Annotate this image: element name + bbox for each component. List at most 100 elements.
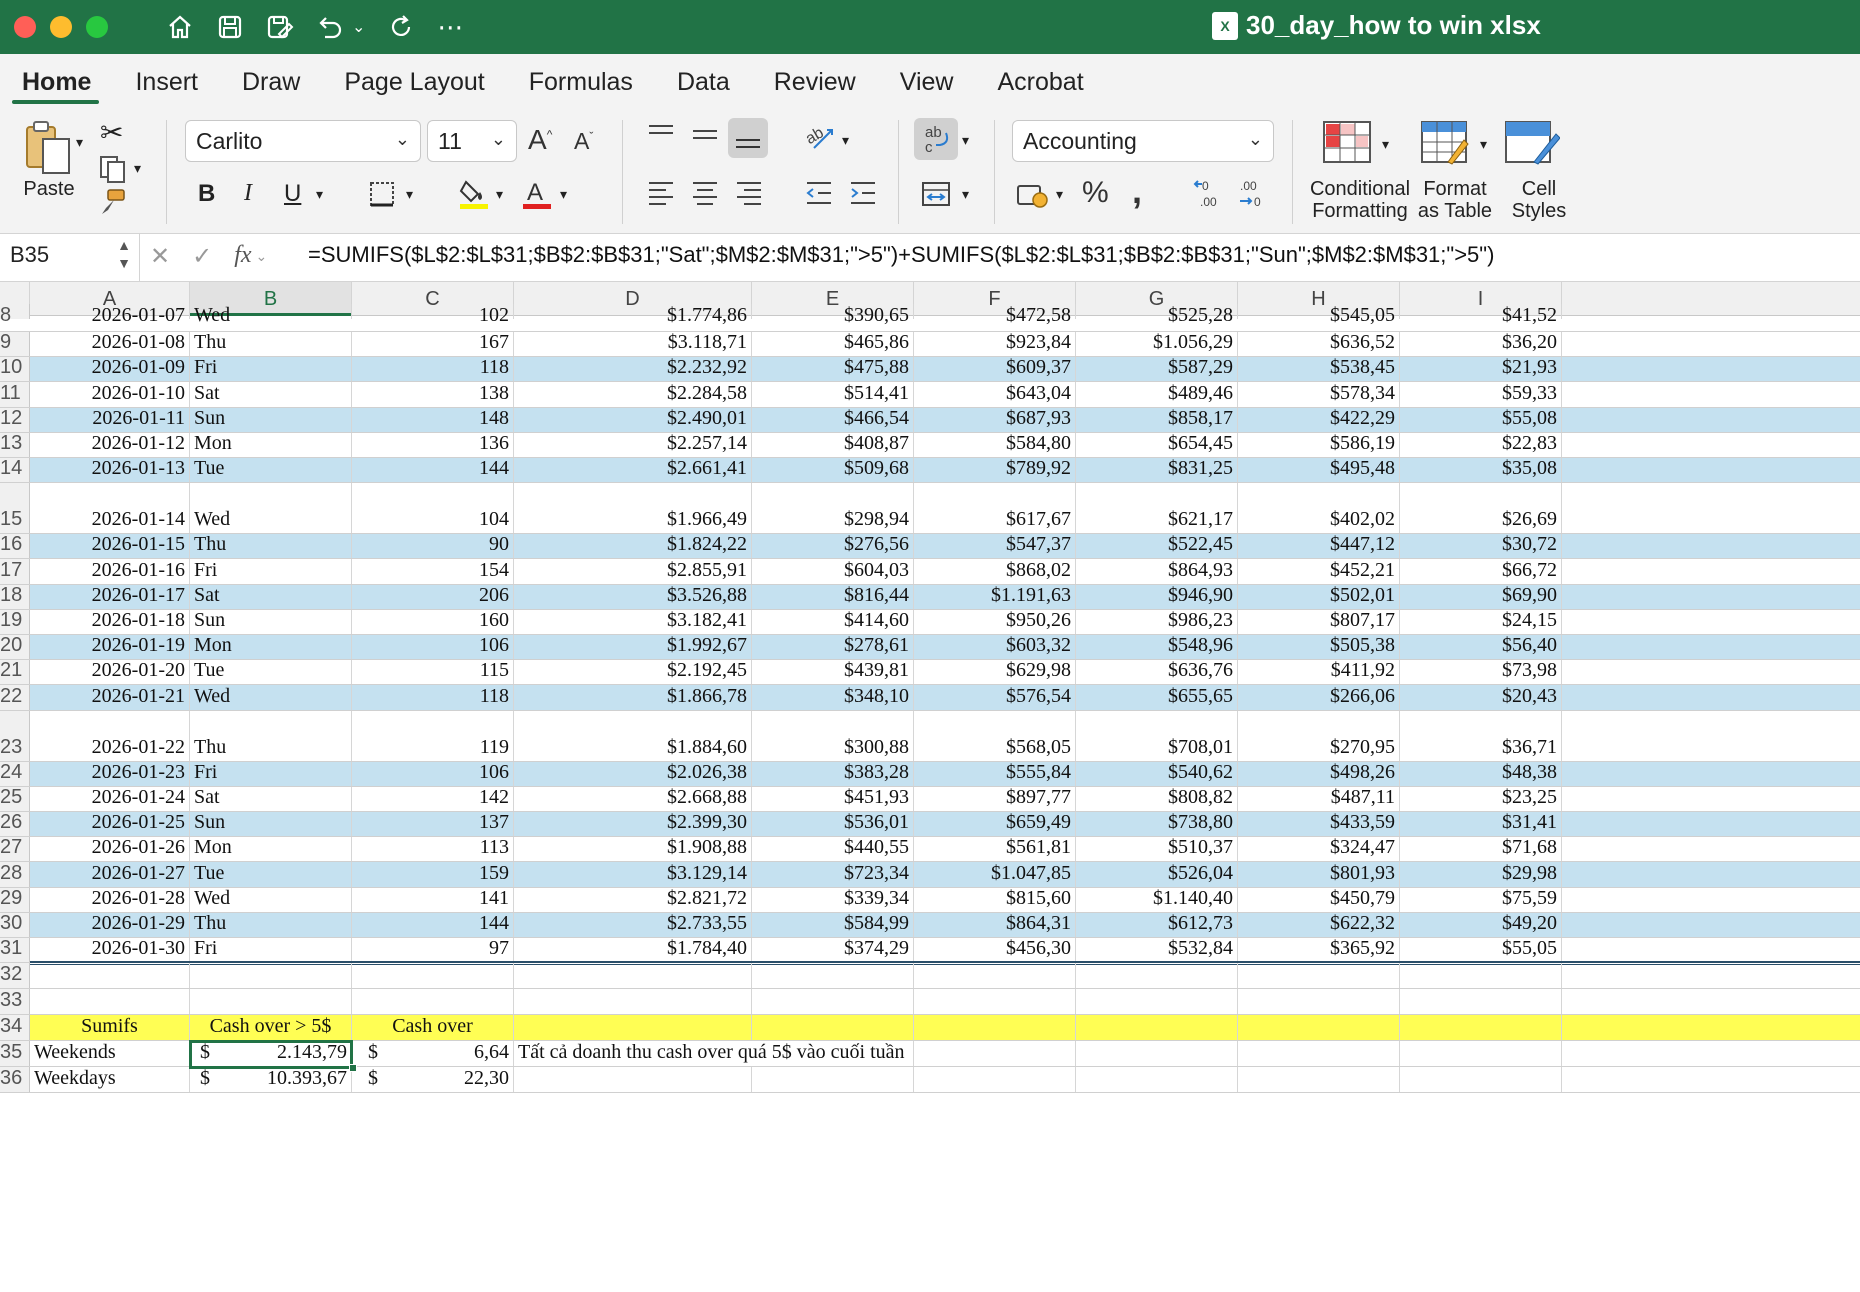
cell-d[interactable]: $1.992,67 xyxy=(514,634,752,660)
cell-a[interactable]: 2026-01-19 xyxy=(30,634,190,660)
cell-h[interactable]: $801,93 xyxy=(1238,862,1400,887)
cell-d[interactable]: $1.774,86 xyxy=(514,304,752,326)
cell-d[interactable]: $2.668,88 xyxy=(514,786,752,811)
cell-e[interactable]: $390,65 xyxy=(752,304,914,326)
cell-g[interactable] xyxy=(1076,1067,1238,1093)
cell-g[interactable]: $532,84 xyxy=(1076,937,1238,963)
cell-c[interactable]: 22,30 $ xyxy=(352,1067,514,1093)
cell-g[interactable]: $1.140,40 xyxy=(1076,887,1238,912)
cell-g[interactable]: $548,96 xyxy=(1076,634,1238,660)
cell-f[interactable]: $687,93 xyxy=(914,407,1076,432)
increase-font-size-icon[interactable]: A^ xyxy=(528,124,552,156)
cell-c[interactable]: 106 xyxy=(352,761,514,786)
cell-e[interactable]: $514,41 xyxy=(752,382,914,407)
cell-d[interactable]: $2.821,72 xyxy=(514,887,752,912)
cell-d[interactable]: $1.908,88 xyxy=(514,836,752,862)
name-box-stepper-icon[interactable]: ▲ ▼ xyxy=(117,236,131,272)
row-header[interactable]: 33 xyxy=(0,989,30,1015)
format-as-table-label[interactable]: Format as Table xyxy=(1410,178,1500,222)
cell-h[interactable]: $622,32 xyxy=(1238,912,1400,937)
cell-h[interactable]: $433,59 xyxy=(1238,811,1400,837)
cell-g[interactable]: $525,28 xyxy=(1076,304,1238,326)
cell-g[interactable]: $510,37 xyxy=(1076,836,1238,862)
cell-e[interactable]: $466,54 xyxy=(752,407,914,432)
cell-c[interactable]: 206 xyxy=(352,584,514,609)
cell-d[interactable]: $1.966,49 xyxy=(514,483,752,534)
align-right-icon[interactable] xyxy=(734,180,764,211)
cell-c[interactable]: 136 xyxy=(352,432,514,457)
cell-i[interactable]: $35,08 xyxy=(1400,457,1562,483)
cell-i[interactable]: $75,59 xyxy=(1400,887,1562,912)
cell-b[interactable]: Thu xyxy=(190,533,352,559)
cell-b[interactable]: 10.393,67 $ xyxy=(190,1067,352,1093)
borders-icon[interactable] xyxy=(368,180,396,213)
cell-g[interactable]: $738,80 xyxy=(1076,811,1238,837)
cell-g[interactable]: $858,17 xyxy=(1076,407,1238,432)
row-header[interactable]: 36 xyxy=(0,1067,30,1093)
cell-i[interactable]: $31,41 xyxy=(1400,811,1562,837)
row-header[interactable]: 32 xyxy=(0,963,30,989)
cell-f[interactable]: $629,98 xyxy=(914,659,1076,685)
row-header[interactable]: 23 xyxy=(0,710,30,761)
cell-d[interactable] xyxy=(514,963,752,989)
borders-dropdown-icon[interactable]: ▾ xyxy=(406,186,413,203)
cell-h[interactable] xyxy=(1238,1015,1400,1041)
decrease-indent-icon[interactable] xyxy=(804,180,834,211)
tab-review[interactable]: Review xyxy=(752,54,878,110)
cell-f[interactable]: $1.191,63 xyxy=(914,584,1076,609)
row-header[interactable]: 19 xyxy=(0,609,30,634)
row-header[interactable]: 12 xyxy=(0,407,30,432)
cell-i[interactable]: $55,05 xyxy=(1400,937,1562,963)
row-header[interactable]: 9 xyxy=(0,331,30,357)
cell-b[interactable]: Thu xyxy=(190,331,352,357)
formula-input[interactable]: =SUMIFS($L$2:$L$31;$B$2:$B$31;"Sat";$M$2… xyxy=(308,242,1494,268)
cell-d[interactable]: $2.257,14 xyxy=(514,432,752,457)
format-as-table-icon[interactable] xyxy=(1420,120,1470,171)
row-header[interactable]: 25 xyxy=(0,786,30,811)
cell-f[interactable] xyxy=(914,1015,1076,1041)
cell-c[interactable]: 115 xyxy=(352,659,514,685)
cell-c[interactable]: Cash over xyxy=(352,1015,514,1041)
cell-a[interactable]: 2026-01-07 xyxy=(30,304,190,326)
cell-h[interactable]: $495,48 xyxy=(1238,457,1400,483)
close-window-button[interactable] xyxy=(14,16,36,38)
cell-a[interactable]: 2026-01-26 xyxy=(30,836,190,862)
cell-e[interactable]: $276,56 xyxy=(752,533,914,559)
copy-icon[interactable] xyxy=(98,154,130,189)
cell-b[interactable]: Fri xyxy=(190,937,352,963)
copy-dropdown-icon[interactable]: ▾ xyxy=(134,160,141,177)
orientation-icon[interactable]: ab xyxy=(803,122,836,158)
row-header[interactable]: 8 xyxy=(0,304,30,326)
cell-i[interactable] xyxy=(1400,963,1562,989)
cell-e[interactable] xyxy=(752,963,914,989)
cell-d[interactable]: $2.399,30 xyxy=(514,811,752,837)
save-as-icon[interactable] xyxy=(266,10,294,44)
cell-i[interactable]: $59,33 xyxy=(1400,382,1562,407)
cell-h[interactable]: $505,38 xyxy=(1238,634,1400,660)
cell-c[interactable]: 97 xyxy=(352,937,514,963)
cell-g[interactable]: $808,82 xyxy=(1076,786,1238,811)
cell-f[interactable]: $617,67 xyxy=(914,483,1076,534)
row-header[interactable]: 10 xyxy=(0,356,30,382)
cell-c[interactable]: 6,64 $ xyxy=(352,1041,514,1067)
cell-f[interactable]: $659,49 xyxy=(914,811,1076,837)
cell-h[interactable]: $450,79 xyxy=(1238,887,1400,912)
fill-handle[interactable] xyxy=(349,1064,357,1073)
cell-f[interactable]: $868,02 xyxy=(914,559,1076,584)
orientation-dropdown-icon[interactable]: ▾ xyxy=(842,132,849,149)
cell-f[interactable]: $576,54 xyxy=(914,685,1076,710)
number-format-dropdown[interactable]: Accounting ⌄ xyxy=(1012,120,1274,162)
cell-e[interactable]: $298,94 xyxy=(752,483,914,534)
cell-h[interactable] xyxy=(1238,963,1400,989)
cell-f[interactable]: $643,04 xyxy=(914,382,1076,407)
zoom-window-button[interactable] xyxy=(86,16,108,38)
cell-e[interactable]: $348,10 xyxy=(752,685,914,710)
cell-c[interactable]: 137 xyxy=(352,811,514,837)
save-icon[interactable] xyxy=(216,10,244,44)
cell-h[interactable]: $422,29 xyxy=(1238,407,1400,432)
cell-g[interactable]: $864,93 xyxy=(1076,559,1238,584)
cell-e[interactable]: $604,03 xyxy=(752,559,914,584)
cell-b[interactable]: Wed xyxy=(190,887,352,912)
cell-h[interactable]: $266,06 xyxy=(1238,685,1400,710)
cell-h[interactable]: $402,02 xyxy=(1238,483,1400,534)
